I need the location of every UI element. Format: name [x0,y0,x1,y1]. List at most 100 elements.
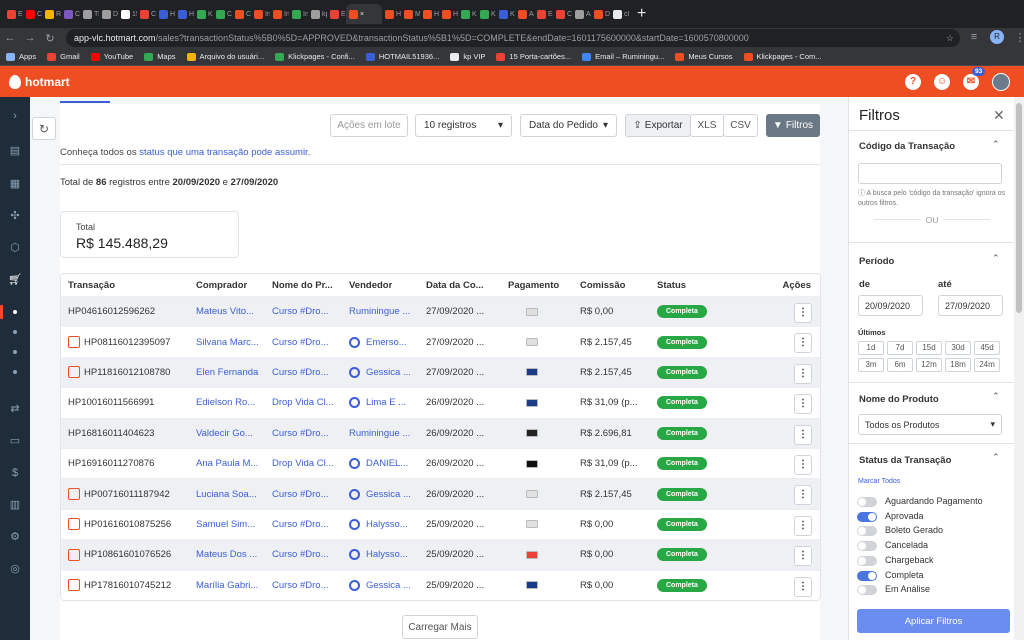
seller-link[interactable]: Gessica ... [366,580,411,591]
chevron-up-icon[interactable]: ⌃ [992,391,1000,402]
seller-cell[interactable]: Halysso... [349,540,423,569]
bookmark-item[interactable]: Email – Ruminingu... [582,52,664,61]
seller-cell[interactable]: Gessica ... [349,358,423,387]
period-12m-button[interactable]: 12m [916,358,942,372]
browser-tab[interactable]: C [553,4,572,24]
tools-icon[interactable]: ◎ [6,560,24,578]
seller-link[interactable]: Gessica ... [366,367,411,378]
chevron-up-icon[interactable]: ⌃ [992,253,1000,264]
apply-filters-button[interactable]: Aplicar Filtros [857,609,1010,633]
dashboard-icon[interactable]: ▤ [6,142,24,160]
seller-link[interactable]: Gessica ... [366,489,411,500]
batch-actions-button[interactable]: Ações em lote [330,114,408,137]
scrollbar-thumb[interactable] [1016,103,1022,313]
status-toggle[interactable] [857,497,877,507]
chevron-up-icon[interactable]: ⌃ [992,139,1000,150]
product-icon[interactable]: ⬡ [6,239,24,257]
period-15d-button[interactable]: 15d [916,341,942,355]
browser-tab[interactable]: Cl [23,4,42,24]
seller-cell[interactable]: Ruminingue ... [349,297,423,326]
bookmark-item[interactable]: Meus Cursos [675,52,733,61]
seller-cell[interactable]: DANIEL... [349,449,423,478]
browser-tab[interactable]: In [289,4,308,24]
period-6m-button[interactable]: 6m [887,358,913,372]
browser-tab[interactable]: M [401,4,420,24]
seller-cell[interactable]: Lima E ... [349,388,423,417]
browser-tab[interactable]: × [346,4,382,24]
bookmark-item[interactable]: Maps [144,52,176,61]
period-7d-button[interactable]: 7d [887,341,913,355]
seller-link[interactable]: Halysso... [366,519,408,530]
seller-link[interactable]: Ruminingue ... [349,306,410,317]
filters-scrollbar[interactable] [1014,97,1024,640]
notifications-icon[interactable]: ✉ 93 [963,67,986,90]
submenu-dot[interactable] [13,330,17,334]
chevron-up-icon[interactable]: ⌃ [992,452,1000,463]
help-icon[interactable]: ? [905,74,921,90]
chat-icon[interactable]: ▭ [6,432,24,450]
star-icon[interactable]: ☆ [940,33,960,44]
buyer-link[interactable]: Samuel Sim... [196,510,268,539]
seller-cell[interactable]: Ruminingue ... [349,419,423,448]
bookmark-item[interactable]: Gmail [47,52,80,61]
seller-link[interactable]: Emerso... [366,337,407,348]
product-link[interactable]: Curso #Dro... [272,419,344,448]
row-actions-button[interactable]: ⋮ [794,424,812,445]
browser-tab[interactable]: Dl [99,4,118,24]
status-toggle[interactable] [857,511,877,522]
recurrence-icon[interactable]: ⇄ [6,400,24,418]
seller-cell[interactable]: Gessica ... [349,571,423,600]
row-actions-button[interactable]: ⋮ [794,546,812,567]
settings-icon[interactable]: ⚙ [6,528,24,546]
seller-cell[interactable]: Halysso... [349,510,423,539]
buyer-link[interactable]: Silvana Marc... [196,327,268,356]
row-actions-button[interactable]: ⋮ [794,303,812,323]
status-toggle[interactable] [857,585,877,596]
load-more-button[interactable]: Carregar Mais [402,615,478,639]
bookmark-item[interactable]: HOTMAIL51936... [365,52,439,61]
period-1d-button[interactable]: 1d [858,341,884,355]
seller-cell[interactable]: Gessica ... [349,479,423,508]
browser-tab[interactable]: K [496,4,515,24]
period-18m-button[interactable]: 18m [945,358,971,372]
export-csv-button[interactable]: CSV [723,114,758,137]
reload-icon[interactable]: ↻ [40,32,60,45]
bookmark-item[interactable]: kp VIP [450,52,485,61]
mark-all-link[interactable]: Marcar Todos [858,478,900,485]
page-size-select[interactable]: 10 registros ▾ [415,114,512,137]
new-tab-button[interactable]: + [637,5,646,23]
bookmark-item[interactable]: 15 Porta-cartões... [496,52,571,61]
close-icon[interactable]: ✕ [993,107,1005,124]
browser-tab[interactable]: Tl [80,4,99,24]
submenu-dot-active[interactable] [13,310,17,314]
browser-tab[interactable]: Er [534,4,553,24]
buyer-link[interactable]: Ana Paula M... [196,449,268,478]
grid-icon[interactable]: ▦ [6,175,24,193]
status-toggle[interactable] [857,570,877,581]
row-actions-button[interactable]: ⋮ [794,333,812,354]
status-info-link[interactable]: status que uma transação pode assumir [139,147,307,158]
product-link[interactable]: Curso #Dro... [272,540,344,569]
product-link[interactable]: Curso #Dro... [272,479,344,508]
product-link[interactable]: Curso #Dro... [272,327,344,356]
buyer-link[interactable]: Edielson Ro... [196,388,268,417]
browser-tab[interactable]: H [156,4,175,24]
seller-link[interactable]: DANIEL... [366,458,408,469]
product-link[interactable]: Curso #Dro... [272,297,344,326]
date-type-select[interactable]: Data do Pedido ▾ [520,114,617,137]
seller-cell[interactable]: Emerso... [349,327,423,356]
user-avatar[interactable] [992,73,1010,91]
browser-tab[interactable]: Cl [61,4,80,24]
expand-icon[interactable]: › [6,107,24,125]
row-actions-button[interactable]: ⋮ [794,485,812,506]
browser-tab[interactable]: 15 [118,4,137,24]
browser-tab[interactable]: H [439,4,458,24]
period-45d-button[interactable]: 45d [974,341,1000,355]
browser-tab[interactable]: H [175,4,194,24]
bookmark-item[interactable]: Apps [6,52,36,61]
buyer-link[interactable]: Marília Gabri... [196,571,268,600]
extensions-icon[interactable]: ≡ [964,31,984,43]
row-actions-button[interactable]: ⋮ [794,394,812,415]
start-date-input[interactable]: 20/09/2020 [858,295,923,316]
buyer-link[interactable]: Mateus Vito... [196,297,268,326]
